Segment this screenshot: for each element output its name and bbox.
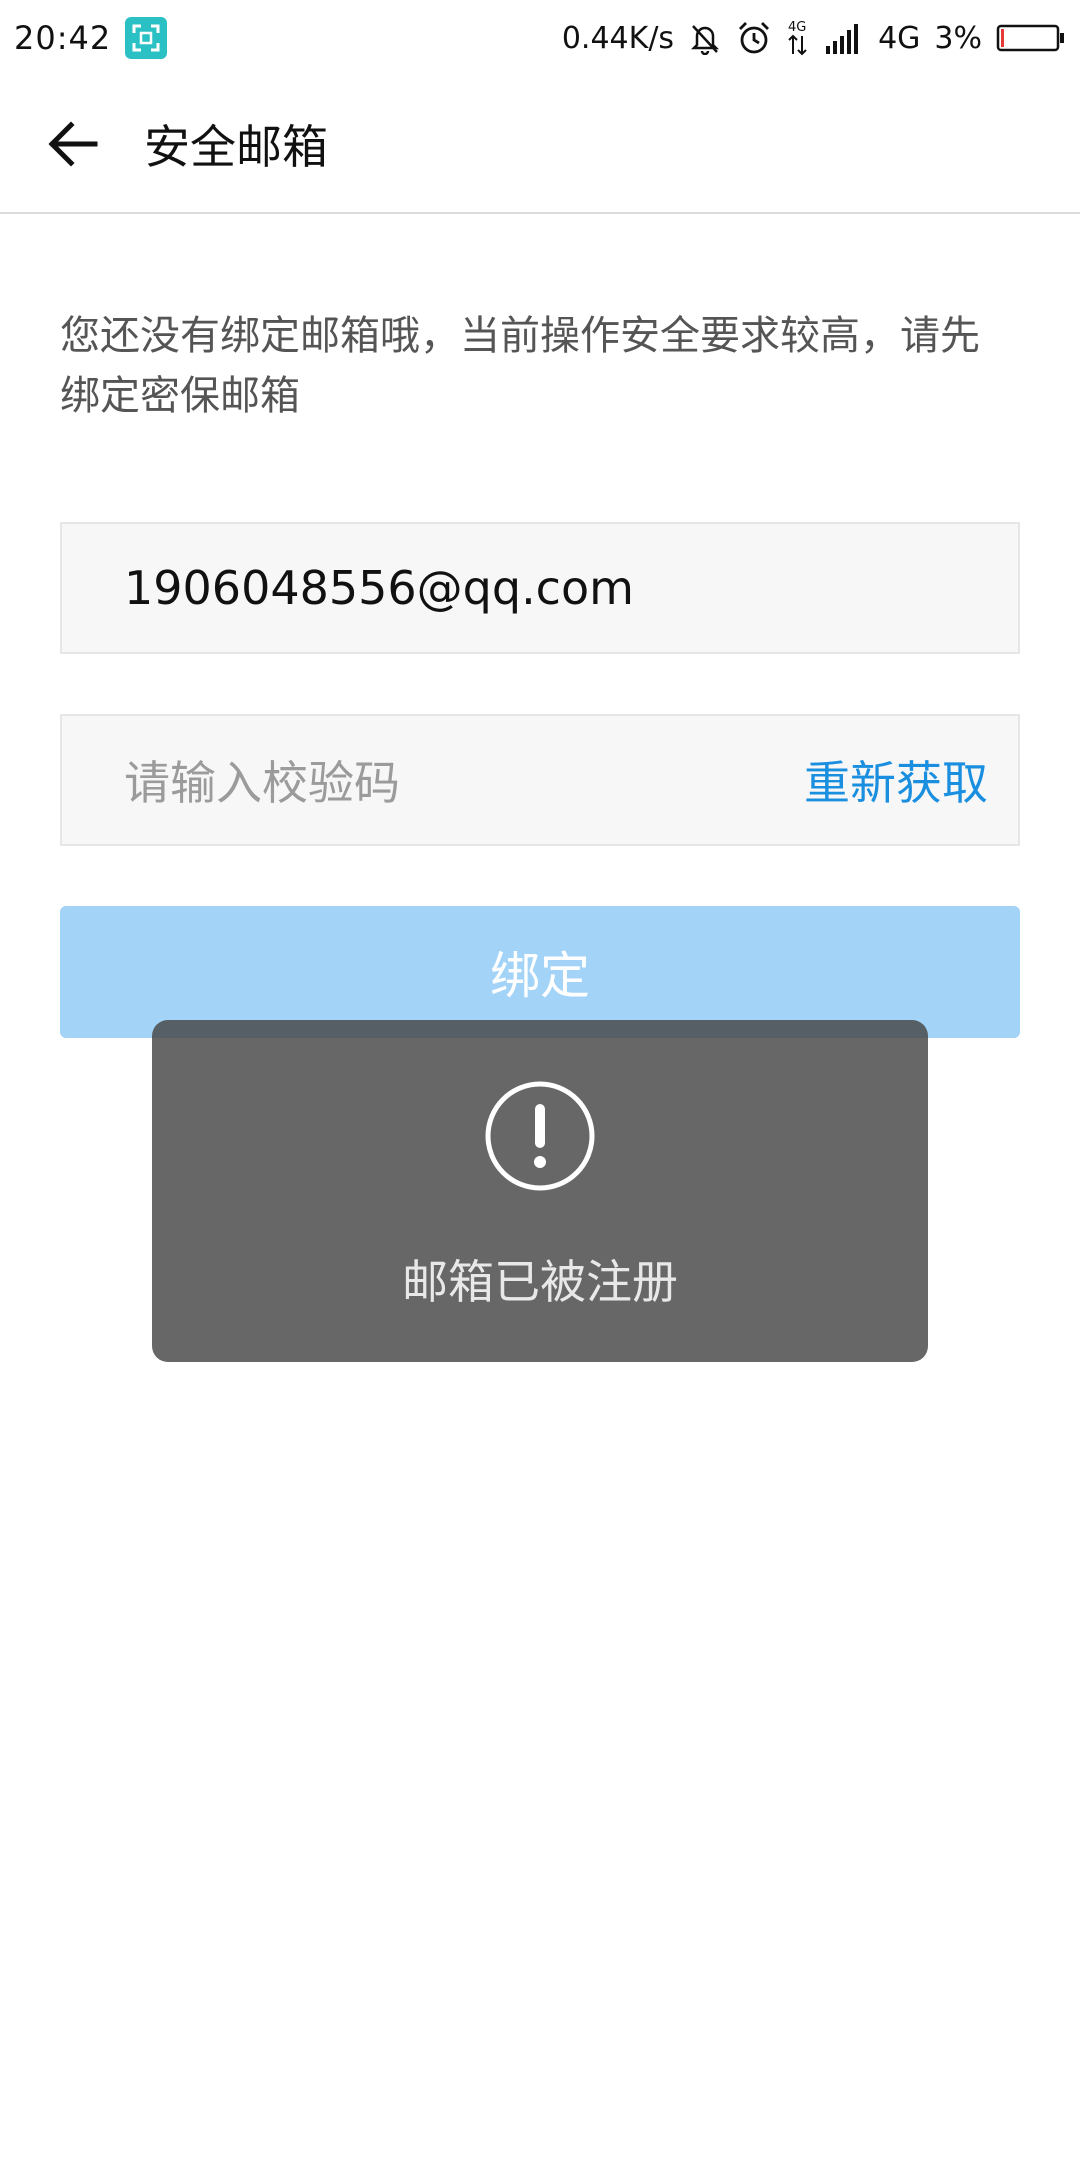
verification-code-field[interactable]: 请输入校验码 重新获取: [60, 714, 1020, 846]
battery-icon: [996, 22, 1066, 54]
bell-off-icon: [688, 21, 722, 55]
top-bar: 安全邮箱: [0, 76, 1080, 214]
back-button[interactable]: [38, 109, 108, 179]
signal-icon: [824, 22, 864, 54]
toast-message: 邮箱已被注册: [402, 1255, 678, 1309]
status-time: 20:42: [14, 19, 112, 57]
verification-code-placeholder: 请输入校验码: [124, 756, 400, 810]
screenshot-icon: [125, 17, 168, 59]
bind-email-notice: 您还没有绑定邮箱哦，当前操作安全要求较高，请先绑定密保邮箱: [60, 313, 980, 419]
network-speed: 0.44K/s: [561, 20, 675, 56]
status-bar: 20:42 0.44K/s 4G 4G 3%: [0, 0, 1080, 76]
email-field[interactable]: 1906048556@qq.com: [60, 522, 1020, 654]
alarm-icon: [736, 20, 772, 56]
back-arrow-icon: [48, 121, 98, 167]
data-arrows-icon: 4G: [786, 18, 810, 58]
bind-button[interactable]: 绑定: [60, 906, 1020, 1038]
battery-percent: 3%: [934, 20, 982, 56]
page-title: 安全邮箱: [144, 120, 328, 174]
svg-text:4G: 4G: [788, 20, 806, 35]
email-value: 1906048556@qq.com: [124, 561, 634, 615]
exclamation-circle-icon: [485, 1081, 595, 1191]
resend-code-button[interactable]: 重新获取: [804, 747, 988, 813]
network-type: 4G: [878, 20, 921, 56]
error-toast: 邮箱已被注册: [152, 1020, 928, 1362]
